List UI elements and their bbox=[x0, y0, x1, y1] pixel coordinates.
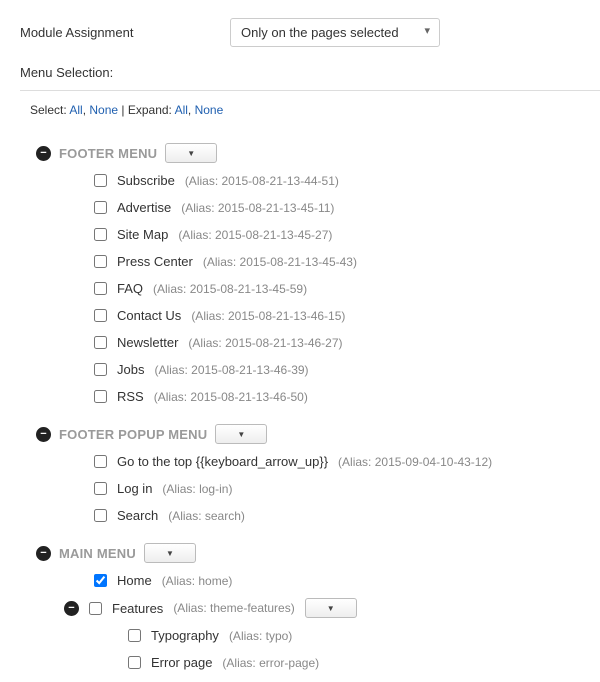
menu-item: Newsletter (Alias: 2015-08-21-13-46-27) bbox=[94, 329, 600, 356]
menu-item-alias: (Alias: 2015-08-21-13-44-51) bbox=[185, 174, 339, 188]
menu-item-label[interactable]: Advertise bbox=[117, 200, 171, 215]
menu-item: FAQ (Alias: 2015-08-21-13-45-59) bbox=[94, 275, 600, 302]
menu-item-alias: (Alias: home) bbox=[162, 574, 233, 588]
panel-controls: Select: All, None | Expand: All, None bbox=[20, 103, 600, 135]
menu-title: FOOTER POPUP MENU bbox=[59, 427, 207, 442]
menu-item-label[interactable]: RSS bbox=[117, 389, 144, 404]
menu-item-alias: (Alias: 2015-08-21-13-46-15) bbox=[191, 309, 345, 323]
menu-item-label[interactable]: Search bbox=[117, 508, 158, 523]
menu-item-alias: (Alias: theme-features) bbox=[173, 601, 294, 615]
menu-item-checkbox[interactable] bbox=[94, 336, 107, 349]
menu-item-alias: (Alias: 2015-08-21-13-45-59) bbox=[153, 282, 307, 296]
menu-selection-panel: Select: All, None | Expand: All, None − … bbox=[20, 90, 600, 682]
menu-item-alias: (Alias: 2015-09-04-10-43-12) bbox=[338, 455, 492, 469]
menu-group-footer-menu: − FOOTER MENU Subscribe (Alias: 2015-08-2… bbox=[20, 135, 600, 416]
menu-item-checkbox[interactable] bbox=[89, 602, 102, 615]
menu-item-label[interactable]: Contact Us bbox=[117, 308, 181, 323]
menu-item-checkbox[interactable] bbox=[94, 201, 107, 214]
menu-item-label[interactable]: Subscribe bbox=[117, 173, 175, 188]
menu-title: MAIN MENU bbox=[59, 546, 136, 561]
menu-item-label[interactable]: Press Center bbox=[117, 254, 193, 269]
collapse-icon[interactable]: − bbox=[36, 427, 51, 442]
menu-item-label[interactable]: Jobs bbox=[117, 362, 144, 377]
menu-item-label[interactable]: Go to the top {{keyboard_arrow_up}} bbox=[117, 454, 328, 469]
menu-item-checkbox[interactable] bbox=[94, 482, 107, 495]
menu-item-checkbox[interactable] bbox=[94, 574, 107, 587]
menu-item-label[interactable]: Error page bbox=[151, 655, 212, 670]
select-none-link[interactable]: None bbox=[89, 103, 118, 117]
collapse-icon[interactable]: − bbox=[36, 146, 51, 161]
menu-item-alias: (Alias: typo) bbox=[229, 629, 292, 643]
menu-item: Error page (Alias: error-page) bbox=[128, 649, 600, 676]
menu-selection-label: Menu Selection: bbox=[0, 59, 600, 90]
menu-item: Site Map (Alias: 2015-08-21-13-45-27) bbox=[94, 221, 600, 248]
menu-item-checkbox[interactable] bbox=[94, 228, 107, 241]
menu-item-checkbox[interactable] bbox=[128, 656, 141, 669]
menu-item-checkbox[interactable] bbox=[94, 363, 107, 376]
menu-item-alias: (Alias: search) bbox=[168, 509, 245, 523]
menu-item: Go to the top {{keyboard_arrow_up}} (Alia… bbox=[94, 448, 600, 475]
menu-item-checkbox[interactable] bbox=[94, 455, 107, 468]
menu-dropdown-button[interactable] bbox=[305, 598, 357, 618]
menu-item: Press Center (Alias: 2015-08-21-13-45-43) bbox=[94, 248, 600, 275]
menu-item: Search (Alias: search) bbox=[94, 502, 600, 529]
menu-item-checkbox[interactable] bbox=[94, 309, 107, 322]
menu-item-alias: (Alias: error-page) bbox=[222, 656, 319, 670]
menu-item-alias: (Alias: log-in) bbox=[162, 482, 232, 496]
menu-item-label[interactable]: Home bbox=[117, 573, 152, 588]
menu-item-label[interactable]: Newsletter bbox=[117, 335, 178, 350]
menu-item-alias: (Alias: 2015-08-21-13-46-39) bbox=[154, 363, 308, 377]
menu-item-features: − Features (Alias: theme-features) bbox=[64, 594, 600, 622]
menu-item: RSS (Alias: 2015-08-21-13-46-50) bbox=[94, 383, 600, 410]
collapse-icon[interactable]: − bbox=[64, 601, 79, 616]
menu-item: Jobs (Alias: 2015-08-21-13-46-39) bbox=[94, 356, 600, 383]
menu-item-alias: (Alias: 2015-08-21-13-46-50) bbox=[154, 390, 308, 404]
module-assignment-select[interactable]: Only on the pages selected bbox=[230, 18, 440, 47]
menu-item-checkbox[interactable] bbox=[94, 390, 107, 403]
menu-dropdown-button[interactable] bbox=[215, 424, 267, 444]
menu-group-main-menu: − MAIN MENU Home (Alias: home) − Feature… bbox=[20, 535, 600, 682]
menu-dropdown-button[interactable] bbox=[144, 543, 196, 563]
menu-item-label[interactable]: Typography bbox=[151, 628, 219, 643]
expand-none-link[interactable]: None bbox=[195, 103, 224, 117]
menu-item-alias: (Alias: 2015-08-21-13-45-43) bbox=[203, 255, 357, 269]
menu-item: Subscribe (Alias: 2015-08-21-13-44-51) bbox=[94, 167, 600, 194]
menu-item: Log in (Alias: log-in) bbox=[94, 475, 600, 502]
menu-item-checkbox[interactable] bbox=[94, 282, 107, 295]
select-label: Select: bbox=[30, 103, 67, 117]
sep: , bbox=[188, 103, 195, 117]
collapse-icon[interactable]: − bbox=[36, 546, 51, 561]
menu-item: Contact Us (Alias: 2015-08-21-13-46-15) bbox=[94, 302, 600, 329]
menu-item-alias: (Alias: 2015-08-21-13-45-27) bbox=[178, 228, 332, 242]
menu-item-checkbox[interactable] bbox=[94, 509, 107, 522]
select-all-link[interactable]: All bbox=[69, 103, 82, 117]
expand-all-link[interactable]: All bbox=[175, 103, 188, 117]
menu-item-checkbox[interactable] bbox=[94, 255, 107, 268]
menu-item-home: Home (Alias: home) bbox=[94, 567, 600, 594]
menu-item-alias: (Alias: 2015-08-21-13-45-11) bbox=[181, 201, 334, 215]
menu-item: Advertise (Alias: 2015-08-21-13-45-11) bbox=[94, 194, 600, 221]
menu-item-label[interactable]: Log in bbox=[117, 481, 152, 496]
menu-item-label[interactable]: FAQ bbox=[117, 281, 143, 296]
menu-item-checkbox[interactable] bbox=[128, 629, 141, 642]
menu-dropdown-button[interactable] bbox=[165, 143, 217, 163]
module-assignment-label: Module Assignment bbox=[20, 25, 230, 40]
menu-title: FOOTER MENU bbox=[59, 146, 157, 161]
menu-item-alias: (Alias: 2015-08-21-13-46-27) bbox=[188, 336, 342, 350]
menu-item-checkbox[interactable] bbox=[94, 174, 107, 187]
menu-item: Typography (Alias: typo) bbox=[128, 622, 600, 649]
menu-item-label[interactable]: Site Map bbox=[117, 227, 168, 242]
menu-item-label[interactable]: Features bbox=[112, 601, 163, 616]
expand-label: Expand: bbox=[128, 103, 172, 117]
menu-group-footer-popup-menu: − FOOTER POPUP MENU Go to the top {{keyb… bbox=[20, 416, 600, 535]
